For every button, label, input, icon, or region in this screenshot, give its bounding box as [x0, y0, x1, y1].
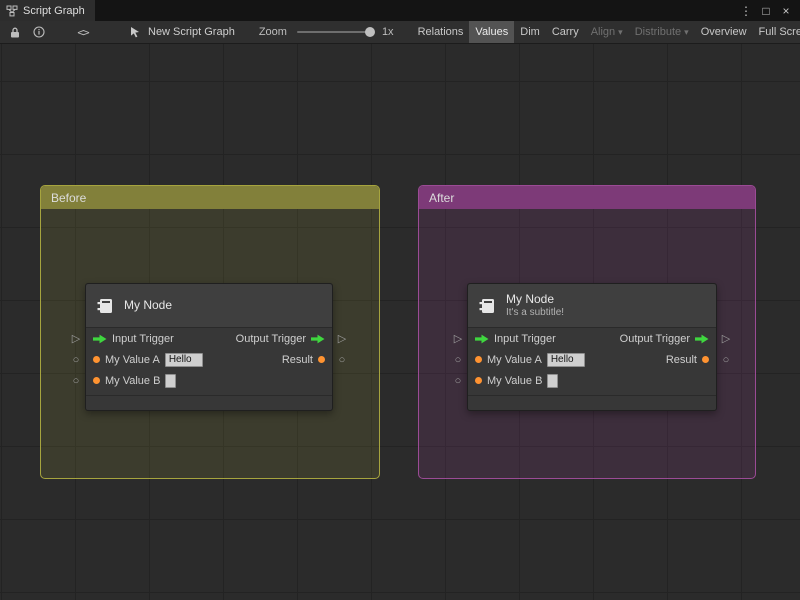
port-label: Result: [665, 353, 697, 366]
external-flow-input-port[interactable]: ▷: [451, 329, 465, 350]
port-row: Input Trigger Output Trigger: [468, 328, 716, 349]
value-input-port-icon[interactable]: [475, 356, 482, 363]
pointer-icon: [126, 21, 144, 43]
port-label: Output Trigger: [235, 332, 306, 345]
toolbar-buttons: Relations Values Dim Carry Align ▾ Distri…: [412, 21, 800, 43]
port-row: My Value A Result: [468, 349, 716, 370]
value-output-port-icon[interactable]: [702, 356, 709, 363]
node-footer: [468, 395, 716, 410]
external-flow-input-port[interactable]: ▷: [69, 329, 83, 350]
align-button: Align ▾: [590, 26, 623, 38]
carry-button[interactable]: Carry: [546, 21, 585, 43]
value-output-port-icon[interactable]: [318, 356, 325, 363]
external-flow-output-port[interactable]: ▷: [335, 329, 349, 350]
node-after[interactable]: My Node It's a subtitle! Input Trigger O…: [454, 283, 730, 411]
value-input-port-icon[interactable]: [93, 377, 100, 384]
node-before-header[interactable]: My Node: [86, 284, 332, 328]
zoom-slider[interactable]: [296, 27, 375, 37]
flow-input-port-icon[interactable]: [93, 334, 107, 344]
group-before-title: Before: [51, 190, 87, 205]
port-label: Result: [281, 353, 313, 366]
external-value-input-port[interactable]: ○: [451, 371, 465, 392]
chevron-down-icon: ▾: [618, 26, 623, 37]
window-controls: ⋮ □ ×: [738, 0, 800, 21]
menu-icon[interactable]: ⋮: [738, 4, 754, 18]
value-input-port-icon[interactable]: [93, 356, 100, 363]
flow-output-port-icon[interactable]: [311, 334, 325, 344]
port-row: My Value B: [468, 370, 716, 391]
dim-button[interactable]: Dim: [514, 21, 546, 43]
port-label: My Value A: [487, 353, 542, 366]
code-icon[interactable]: <>: [74, 21, 92, 43]
chevron-down-icon: ▾: [684, 26, 689, 37]
value-b-field[interactable]: [165, 373, 177, 388]
port-label: Input Trigger: [494, 332, 556, 345]
node-title: My Node: [506, 291, 555, 306]
zoom-value: 1x: [381, 26, 394, 38]
script-graph-window: Script Graph ⋮ □ × <> New Script Graph Z…: [0, 0, 800, 600]
node-footer: [86, 395, 332, 410]
port-row: Input Trigger Output Trigger: [86, 328, 332, 349]
node-title: My Node: [124, 298, 173, 312]
values-button[interactable]: Values: [469, 21, 515, 43]
maximize-icon[interactable]: □: [758, 4, 774, 18]
group-after-title: After: [429, 190, 455, 205]
relations-button[interactable]: Relations: [412, 21, 470, 43]
port-label: Output Trigger: [619, 332, 690, 345]
flow-output-port-icon[interactable]: [695, 334, 709, 344]
port-row: My Value A Result: [86, 349, 332, 370]
overview-button[interactable]: Overview: [695, 21, 753, 43]
tab-title: Script Graph: [23, 4, 85, 17]
value-b-field[interactable]: [547, 373, 559, 388]
distribute-button: Distribute ▾: [634, 26, 689, 38]
value-input-port-icon[interactable]: [475, 377, 482, 384]
node-after-header[interactable]: My Node It's a subtitle!: [468, 284, 716, 328]
graph-canvas[interactable]: Before After My Node Input Trigger Outpu…: [0, 44, 800, 600]
zoom-slider-knob[interactable]: [364, 27, 375, 37]
node-before[interactable]: My Node Input Trigger Output Trigger My …: [72, 283, 346, 411]
node-icon: [479, 298, 494, 313]
external-flow-output-port[interactable]: ▷: [719, 329, 733, 350]
external-value-output-port[interactable]: ○: [335, 350, 349, 371]
node-icon: [97, 298, 112, 313]
port-label: Input Trigger: [112, 332, 174, 345]
tabbar-spacer: [95, 0, 738, 21]
value-a-field[interactable]: [546, 352, 585, 367]
external-value-input-port[interactable]: ○: [451, 350, 465, 371]
group-after-header[interactable]: After: [419, 186, 755, 209]
graph-toolbar: <> New Script Graph Zoom 1x Relations Va…: [0, 21, 800, 44]
info-icon[interactable]: [30, 21, 48, 43]
port-row: My Value B: [86, 370, 332, 391]
port-label: My Value B: [105, 374, 161, 387]
lock-icon[interactable]: [6, 21, 24, 43]
flow-input-port-icon[interactable]: [475, 334, 489, 344]
port-label: My Value A: [105, 353, 160, 366]
value-a-field[interactable]: [164, 352, 203, 367]
fullscreen-button[interactable]: Full Screen: [753, 21, 800, 43]
close-icon[interactable]: ×: [778, 4, 794, 18]
external-value-output-port[interactable]: ○: [719, 350, 733, 371]
tab-script-graph[interactable]: Script Graph: [0, 0, 95, 21]
external-value-input-port[interactable]: ○: [69, 350, 83, 371]
external-value-input-port[interactable]: ○: [69, 371, 83, 392]
port-label: My Value B: [487, 374, 543, 387]
tab-bar: Script Graph ⋮ □ ×: [0, 0, 800, 21]
node-subtitle: It's a subtitle!: [506, 306, 565, 318]
zoom-label: Zoom: [258, 26, 287, 38]
graph-name-label[interactable]: New Script Graph: [148, 26, 235, 38]
group-before-header[interactable]: Before: [41, 186, 379, 209]
script-graph-icon: [6, 5, 18, 16]
